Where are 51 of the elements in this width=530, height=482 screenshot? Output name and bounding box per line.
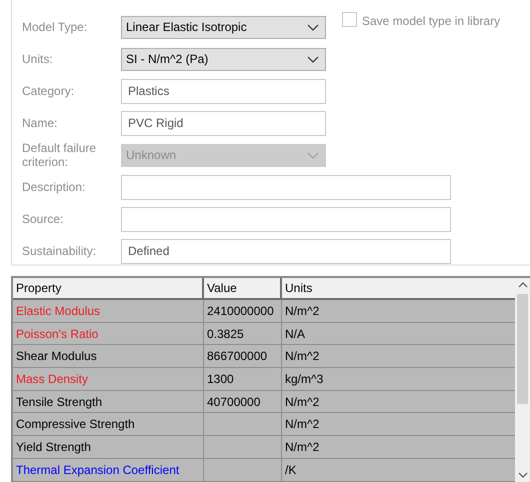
field-label: Source: [22,212,64,226]
text-field[interactable]: Plastics [121,78,326,104]
chevron-down-icon[interactable] [518,472,528,478]
field-label: Name: [22,116,58,130]
dropdown-value: Linear Elastic Isotropic [126,19,247,36]
table-cell-text: N/m^2 [284,416,320,434]
table-cell: 1300 [204,368,282,390]
table-cell-text: N/A [284,326,306,343]
table-cell: Tensile Strength [13,390,204,412]
text-field[interactable]: PVC Rigid [121,110,326,136]
table-cell-text: /K [284,462,298,479]
chevron-down-icon [307,152,319,158]
field-label: Units: [22,52,54,66]
table-cell: 40700000 [204,390,282,412]
text-field[interactable]: Defined [121,238,451,264]
table-cell: Elastic Modulus [13,300,204,322]
table-cell: Compressive Strength [13,413,204,436]
table-cell: Thermal Expansion Coefficient [13,458,204,480]
column-header[interactable]: Property [13,278,204,298]
field-label: Sustainability: [22,244,98,258]
scrollbar[interactable] [515,278,530,482]
table-cell: 866700000 [204,345,282,368]
column-header[interactable]: Value [204,278,282,298]
dropdown-value: Unknown [126,147,176,164]
field-label: Category: [22,84,76,98]
table-cell: Mass Density [13,368,204,390]
field-label: Model Type: [22,20,88,34]
chevron-down-icon [307,24,319,30]
scrollbar-thumb[interactable] [517,294,528,404]
table-cell-text: N/m^2 [284,394,320,411]
table-cell: 2410000000 [204,300,282,322]
field-label: Default failure criterion: [22,141,98,169]
table-cell: Shear Modulus [13,345,204,368]
dropdown-value: SI - N/m^2 (Pa) [126,51,208,68]
dropdown[interactable]: Linear Elastic Isotropic [121,16,326,38]
table-cell-text: N/m^2 [284,438,320,456]
table-cell: Yield Strength [13,436,204,458]
table-cell: 0.3825 [204,322,282,344]
checkbox[interactable] [342,12,357,27]
table-cell-text: kg/m^3 [284,370,324,388]
field-label: Description: [22,180,86,194]
table-cell-text: N/m^2 [284,348,320,366]
table-cell: Poisson's Ratio [13,322,204,344]
text-field[interactable] [121,174,451,200]
dropdown[interactable]: SI - N/m^2 (Pa) [121,48,326,70]
text-field[interactable] [121,206,451,232]
checkbox-label: Save model type in library [362,13,500,30]
chevron-up-icon[interactable] [518,282,528,288]
column-header[interactable]: Units [282,278,515,298]
table-cell-text: N/m^2 [284,302,320,320]
chevron-down-icon [307,56,319,62]
